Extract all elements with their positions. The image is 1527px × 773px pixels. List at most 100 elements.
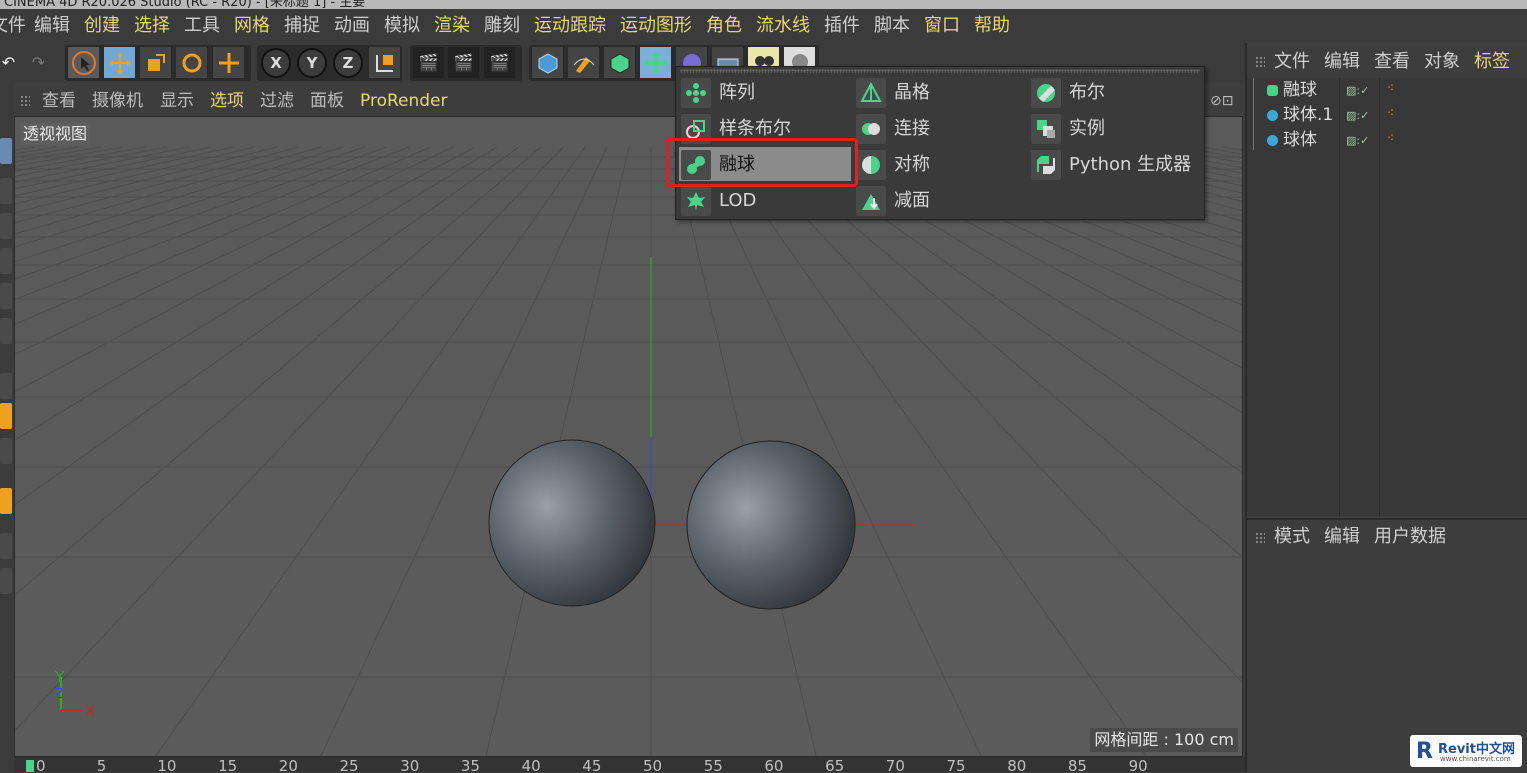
live-selection-icon[interactable] xyxy=(67,46,100,79)
menu-help[interactable]: 帮助 xyxy=(974,9,1010,43)
viewport-menu-filter[interactable]: 过滤 xyxy=(260,87,294,115)
viewport-menu-panel[interactable]: 面板 xyxy=(310,87,344,115)
menu-character[interactable]: 角色 xyxy=(706,9,742,43)
visibility-toggle-icon[interactable]: ▨:✓ xyxy=(1346,84,1369,97)
make-editable-icon[interactable] xyxy=(0,138,12,164)
viewport-menu-prorender[interactable]: ProRender xyxy=(360,87,448,115)
render-settings-icon[interactable]: 🎬 xyxy=(483,46,516,79)
array-generator-icon[interactable] xyxy=(639,46,672,79)
lock-workplane-icon[interactable] xyxy=(0,533,12,559)
tag-icon[interactable]: ⁖ xyxy=(1387,131,1394,145)
viewport-title: 透视视图 xyxy=(20,123,91,145)
om-menu-edit[interactable]: 编辑 xyxy=(1324,47,1360,77)
menu-item-connect[interactable]: 连接 xyxy=(854,111,1026,145)
coordinate-system-icon[interactable] xyxy=(368,46,401,79)
menu-simulate[interactable]: 模拟 xyxy=(384,9,420,43)
timeline-ruler[interactable]: 0 5 10 15 20 25 30 35 40 45 50 55 60 65 70 75 80 85 90 xyxy=(14,757,1245,772)
menu-item-boole[interactable]: 布尔 xyxy=(1029,75,1201,109)
y-axis-lock-button[interactable]: Y xyxy=(297,48,327,78)
transform-tool-icon[interactable] xyxy=(212,46,245,79)
render-picture-viewer-icon[interactable]: 🎬 xyxy=(447,46,480,79)
edges-mode-icon[interactable] xyxy=(0,318,12,344)
menu-animate[interactable]: 动画 xyxy=(334,9,370,43)
x-axis-lock-button[interactable]: X xyxy=(261,48,291,78)
menu-create[interactable]: 创建 xyxy=(84,9,120,43)
model-mode-icon[interactable] xyxy=(0,178,12,204)
polygons-mode-icon[interactable] xyxy=(0,373,12,399)
redo-icon[interactable]: ↷ xyxy=(22,46,55,79)
left-tool-palette xyxy=(0,83,14,773)
menu-edit[interactable]: 编辑 xyxy=(34,9,70,43)
menu-mesh[interactable]: 网格 xyxy=(234,9,270,43)
menu-item-python-generator[interactable]: Python 生成器 xyxy=(1029,147,1201,181)
texture-mode-icon[interactable] xyxy=(0,213,12,239)
viewport-menu-view[interactable]: 查看 xyxy=(42,87,76,115)
workplane-mode-icon[interactable] xyxy=(0,248,12,274)
subdivision-surface-icon[interactable] xyxy=(603,46,636,79)
object-row-metaball[interactable]: 融球 ▨:✓ ⁖ xyxy=(1247,78,1527,150)
menu-item-instance[interactable]: 实例 xyxy=(1029,111,1201,145)
tweak-mode-icon[interactable] xyxy=(0,438,12,464)
z-axis-lock-button[interactable]: Z xyxy=(333,48,363,78)
timeline-playhead[interactable] xyxy=(26,760,34,772)
visibility-toggle-icon[interactable]: ▨:✓ xyxy=(1346,109,1369,122)
title-bar: CINEMA 4D R20.026 Studio (RC - R20) - [未… xyxy=(0,0,1527,9)
watermark-url: www.chinarevit.com xyxy=(1440,755,1511,763)
am-menu-user-data[interactable]: 用户数据 xyxy=(1374,522,1446,552)
menu-script[interactable]: 脚本 xyxy=(874,9,910,43)
visibility-toggle-icon[interactable]: ▨:✓ xyxy=(1346,134,1369,147)
instance-icon xyxy=(1031,114,1061,144)
timeline-tick-label: 5 xyxy=(96,757,107,772)
menu-item-lod[interactable]: LOD xyxy=(679,183,851,217)
menu-snap[interactable]: 捕捉 xyxy=(284,9,320,43)
pen-spline-icon[interactable] xyxy=(567,46,600,79)
menu-item-polygon-reduction[interactable]: 减面 xyxy=(854,183,1026,217)
planar-workplane-icon[interactable] xyxy=(0,568,12,594)
grip-icon xyxy=(1255,532,1265,544)
object-name: 融球 xyxy=(1283,80,1317,100)
rotate-tool-icon[interactable] xyxy=(175,46,208,79)
window-title: CINEMA 4D R20.026 Studio (RC - R20) - [未… xyxy=(4,0,366,9)
am-menu-mode[interactable]: 模式 xyxy=(1274,522,1310,552)
object-row-sphere[interactable]: 球体 ▨:✓ ⁖ xyxy=(1247,128,1527,153)
viewport-navigation-icon[interactable]: ⊘⊡ xyxy=(1210,87,1233,115)
menu-select[interactable]: 选择 xyxy=(134,9,170,43)
attribute-manager: 模式 编辑 用户数据 xyxy=(1245,518,1527,772)
viewport-menu-options[interactable]: 选项 xyxy=(210,87,244,115)
watermark-logo: R Revit中文网 www.chinarevit.com xyxy=(1410,735,1522,767)
cube-object-icon[interactable] xyxy=(531,46,564,79)
timeline-tick-label: 90 xyxy=(1128,757,1148,772)
object-row-sphere-1[interactable]: 球体.1 ▨:✓ ⁖ xyxy=(1247,103,1527,128)
om-menu-tags[interactable]: 标签 xyxy=(1474,47,1510,77)
am-menu-edit[interactable]: 编辑 xyxy=(1324,522,1360,552)
render-view-icon[interactable]: 🎬 xyxy=(412,46,445,79)
sphere-object xyxy=(488,439,656,607)
timeline-tick-label: 15 xyxy=(218,757,238,772)
snap-icon[interactable] xyxy=(0,488,12,514)
menu-item-symmetry[interactable]: 对称 xyxy=(854,147,1026,181)
popup-grip[interactable] xyxy=(680,69,1200,73)
viewport-menu-display[interactable]: 显示 xyxy=(160,87,194,115)
scale-tool-icon[interactable] xyxy=(139,46,172,79)
menu-item-array[interactable]: 阵列 xyxy=(679,75,851,109)
tag-icon[interactable]: ⁖ xyxy=(1387,81,1394,95)
axis-mode-icon[interactable] xyxy=(0,403,12,429)
move-tool-icon[interactable] xyxy=(103,46,136,79)
menu-sculpt[interactable]: 雕刻 xyxy=(484,9,520,43)
om-menu-file[interactable]: 文件 xyxy=(1274,47,1310,77)
menu-motion-tracker[interactable]: 运动跟踪 xyxy=(534,9,606,43)
viewport-menu-cameras[interactable]: 摄像机 xyxy=(92,87,143,115)
tag-icon[interactable]: ⁖ xyxy=(1387,106,1394,120)
menu-mograph[interactable]: 运动图形 xyxy=(620,9,692,43)
menu-tools[interactable]: 工具 xyxy=(184,9,220,43)
points-mode-icon[interactable] xyxy=(0,283,12,309)
om-menu-view[interactable]: 查看 xyxy=(1374,47,1410,77)
menu-pipeline[interactable]: 流水线 xyxy=(756,9,810,43)
menu-render[interactable]: 渲染 xyxy=(434,9,470,43)
menu-window[interactable]: 窗口 xyxy=(924,9,960,43)
om-menu-objects[interactable]: 对象 xyxy=(1424,47,1460,77)
menu-file[interactable]: 文件 xyxy=(0,9,26,43)
menu-plugins[interactable]: 插件 xyxy=(824,9,860,43)
menu-item-atom-array[interactable]: 晶格 xyxy=(854,75,1026,109)
lod-icon xyxy=(681,186,711,216)
